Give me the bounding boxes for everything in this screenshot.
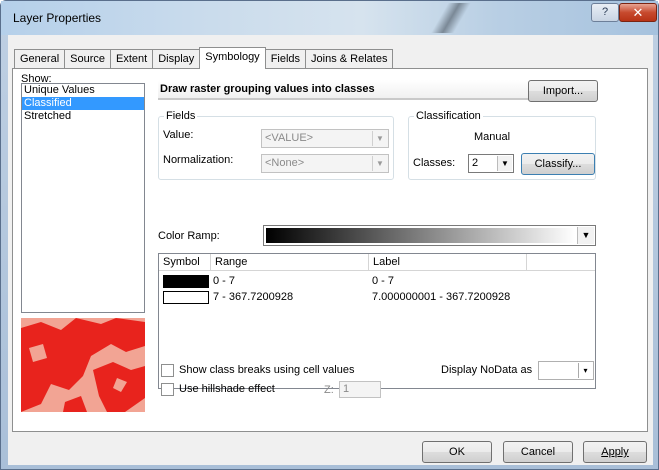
tab-general[interactable]: General [14, 49, 66, 69]
use-hillshade-checkbox[interactable] [161, 383, 174, 396]
value-dropdown[interactable]: <VALUE> ▼ [261, 129, 389, 148]
tab-fields[interactable]: Fields [264, 49, 307, 69]
table-header: Symbol Range Label [159, 254, 595, 271]
normalization-dropdown[interactable]: <None> ▼ [261, 154, 389, 173]
use-hillshade-label[interactable]: Use hillshade effect [179, 383, 275, 395]
column-header-label[interactable]: Label [369, 254, 527, 271]
ok-button[interactable]: OK [422, 441, 492, 463]
z-factor-input[interactable]: 1 [339, 381, 381, 398]
color-ramp-label: Color Ramp: [158, 230, 220, 242]
chevron-down-icon: ▼ [372, 131, 387, 146]
classes-label: Classes: [413, 157, 456, 169]
show-item-classified[interactable]: Classified [22, 97, 144, 110]
apply-button[interactable]: Apply [583, 441, 647, 463]
dialog-client: General Source Extent Display Symbology … [8, 35, 653, 465]
fields-group-title: Fields [164, 110, 198, 122]
normalization-dropdown-text: <None> [265, 157, 305, 169]
chevron-down-icon: ▾ [578, 363, 592, 378]
show-class-breaks-label[interactable]: Show class breaks using cell values [179, 364, 354, 376]
value-label: Value: [163, 129, 194, 141]
tab-strip: General Source Extent Display Symbology … [14, 47, 394, 69]
tab-symbology[interactable]: Symbology [199, 47, 266, 69]
raster-preview-image [21, 318, 145, 412]
show-class-breaks-checkbox[interactable] [161, 364, 174, 377]
chevron-down-icon: ▼ [372, 156, 387, 171]
title-decoration [431, 3, 471, 33]
table-row[interactable]: 7 - 367.7200928 7.000000001 - 367.720092… [159, 291, 595, 305]
range-cell[interactable]: 0 - 7 [213, 275, 235, 288]
table-row[interactable]: 0 - 7 0 - 7 [159, 275, 595, 289]
color-ramp-gradient [266, 228, 575, 243]
tab-source[interactable]: Source [64, 49, 111, 69]
z-factor-label: Z: [324, 384, 334, 396]
color-ramp-dropdown[interactable]: ▼ [263, 225, 596, 246]
show-list[interactable]: Unique Values Classified Stretched [21, 83, 145, 313]
column-header-range[interactable]: Range [211, 254, 369, 271]
classification-group-title: Classification [414, 110, 483, 122]
help-button[interactable]: ? [591, 3, 619, 22]
tab-joins-relates[interactable]: Joins & Relates [305, 49, 394, 69]
title-bar[interactable]: Layer Properties ? ✕ [1, 1, 658, 35]
show-item-unique-values[interactable]: Unique Values [22, 84, 144, 97]
range-cell[interactable]: 7 - 367.7200928 [213, 291, 293, 304]
label-cell[interactable]: 7.000000001 - 367.7200928 [372, 291, 510, 304]
label-cell[interactable]: 0 - 7 [372, 275, 394, 288]
show-item-stretched[interactable]: Stretched [22, 110, 144, 123]
symbol-swatch[interactable] [163, 291, 209, 304]
close-button[interactable]: ✕ [619, 3, 657, 22]
classes-dropdown-text: 2 [472, 157, 479, 169]
layer-properties-window: Layer Properties ? ✕ General Source Exte… [0, 0, 659, 470]
tab-extent[interactable]: Extent [110, 49, 154, 69]
classification-method: Manual [474, 131, 511, 143]
window-title: Layer Properties [13, 11, 102, 25]
nodata-label: Display NoData as [441, 364, 533, 376]
cancel-button[interactable]: Cancel [503, 441, 573, 463]
classes-dropdown[interactable]: 2 ▼ [468, 154, 514, 173]
tab-display[interactable]: Display [152, 49, 201, 69]
chevron-down-icon: ▼ [497, 156, 512, 171]
import-button[interactable]: Import... [528, 80, 598, 102]
column-header-symbol[interactable]: Symbol [159, 254, 211, 271]
value-dropdown-text: <VALUE> [265, 132, 314, 144]
symbol-swatch[interactable] [163, 275, 209, 288]
nodata-color-dropdown[interactable]: ▾ [538, 361, 594, 380]
chevron-down-icon: ▼ [577, 227, 594, 244]
normalization-label: Normalization: [163, 154, 234, 166]
classify-button[interactable]: Classify... [521, 153, 595, 175]
